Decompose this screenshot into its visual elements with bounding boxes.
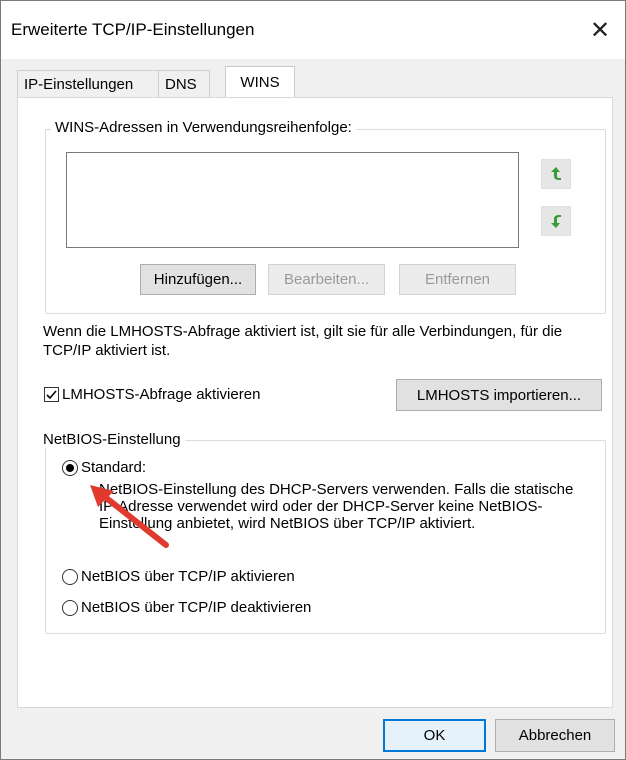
radio-standard-label[interactable]: Standard: [81,458,146,477]
tab-ip-settings[interactable]: IP-Einstellungen [17,70,159,97]
radio-netbios-enable[interactable] [62,569,78,585]
arrow-down-icon [551,215,561,228]
ok-button[interactable]: OK [383,719,486,752]
radio-standard[interactable] [62,460,78,476]
tab-label: WINS [240,73,280,91]
window-title: Erweiterte TCP/IP-Einstellungen [11,20,255,39]
wins-address-list[interactable] [66,152,519,248]
tab-wins[interactable]: WINS [225,66,295,97]
import-lmhosts-label: LMHOSTS importieren... [416,386,582,404]
radio-netbios-disable-label[interactable]: NetBIOS über TCP/IP deaktivieren [81,598,311,617]
move-up-button[interactable] [541,159,571,189]
cancel-button[interactable]: Abbrechen [495,719,615,752]
cancel-button-label: Abbrechen [518,727,592,744]
ok-button-label: OK [423,727,446,744]
add-button-label: Hinzufügen... [153,271,243,288]
tab-label: DNS [165,75,197,93]
move-down-button[interactable] [541,206,571,236]
remove-button-label: Entfernen [424,271,491,288]
title-bar: Erweiterte TCP/IP-Einstellungen ✕ [1,1,625,59]
radio-netbios-disable[interactable] [62,600,78,616]
lmhosts-checkbox[interactable] [44,387,59,402]
import-lmhosts-button[interactable]: LMHOSTS importieren... [396,379,602,411]
dialog-window: Erweiterte TCP/IP-Einstellungen ✕ IP-Ein… [0,0,626,760]
radio-netbios-enable-label[interactable]: NetBIOS über TCP/IP aktivieren [81,567,295,586]
arrow-up-icon [551,167,561,180]
tab-label: IP-Einstellungen [24,75,134,93]
radio-selected-dot [66,464,74,472]
tab-panel-wins: WINS-Adressen in Verwendungsreihenfolge:… [17,97,613,708]
add-button[interactable]: Hinzufügen... [140,264,256,295]
lmhosts-checkbox-label[interactable]: LMHOSTS-Abfrage aktivieren [62,385,260,404]
close-button[interactable]: ✕ [575,1,625,59]
remove-button[interactable]: Entfernen [399,264,516,295]
checkmark-icon [46,390,57,400]
close-icon: ✕ [589,16,611,44]
tab-dns[interactable]: DNS [158,70,210,97]
wins-group-legend: WINS-Adressen in Verwendungsreihenfolge: [51,119,356,136]
lmhosts-info-text: Wenn die LMHOSTS-Abfrage aktiviert ist, … [43,323,563,359]
netbios-group-legend: NetBIOS-Einstellung [39,431,185,448]
edit-button[interactable]: Bearbeiten... [268,264,385,295]
edit-button-label: Bearbeiten... [283,271,370,288]
annotation-arrow [90,485,169,548]
